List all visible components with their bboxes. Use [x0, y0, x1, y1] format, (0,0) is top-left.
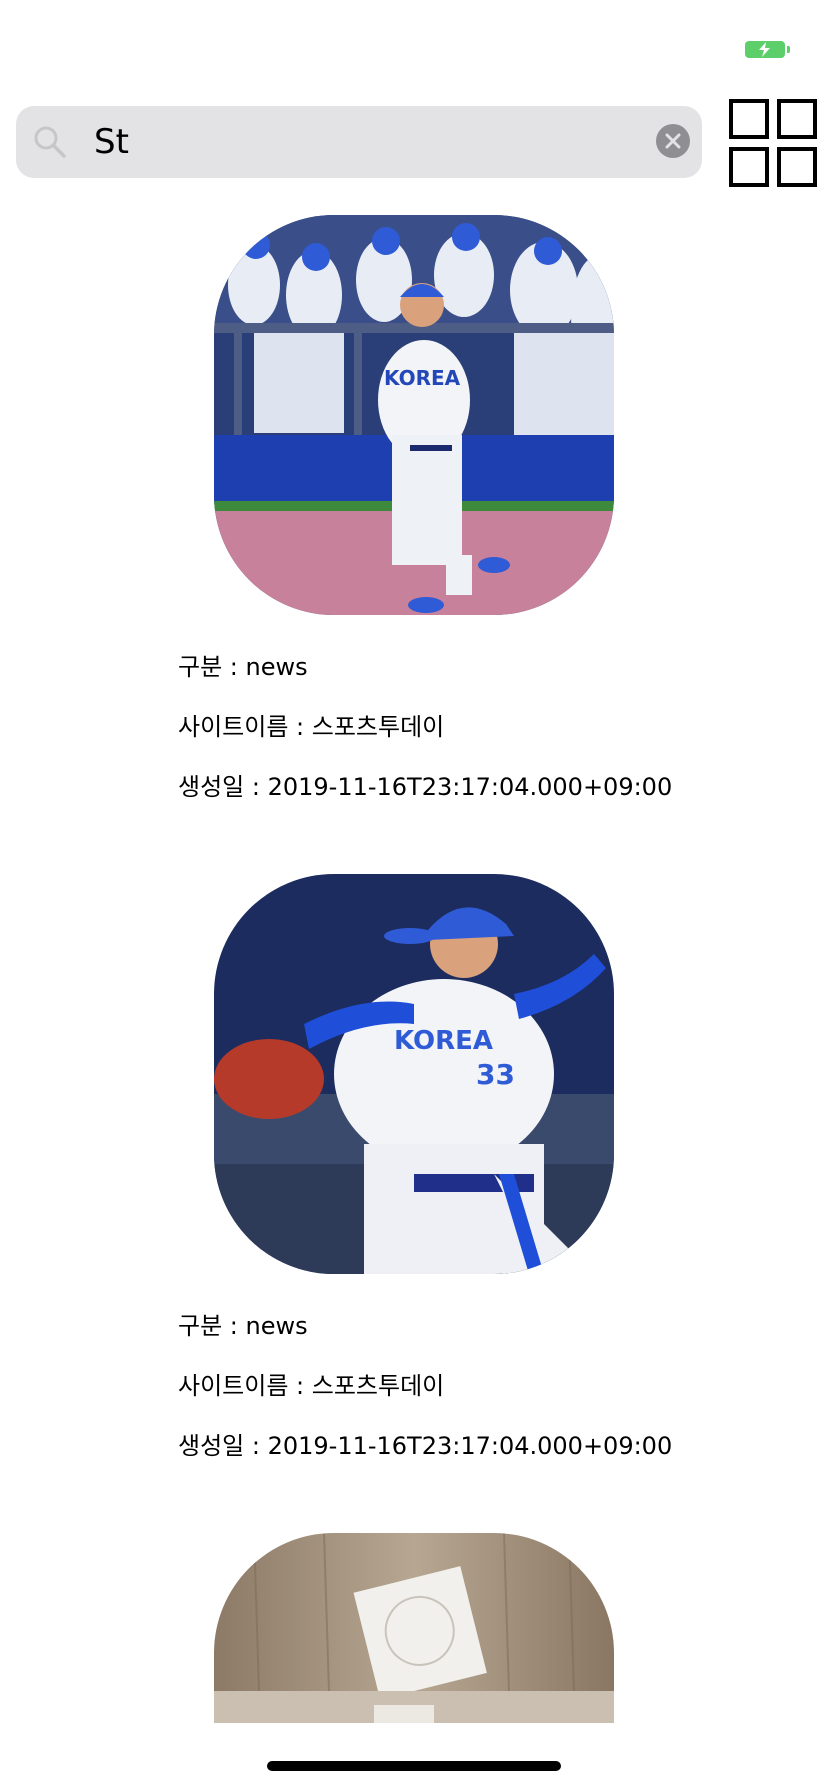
svg-text:33: 33 — [476, 1058, 515, 1091]
feed-item-category: 구분 : news — [178, 1312, 308, 1340]
screen: KOREA 구분 : news 사이트이름 : 스포츠투데이 생성일 : 201… — [0, 0, 828, 1792]
feed-item-image[interactable] — [214, 1533, 614, 1723]
svg-text:KOREA: KOREA — [394, 1026, 493, 1056]
feed-item-date: 생성일 : 2019-11-16T23:17:04.000+09:00 — [178, 773, 673, 801]
feed-item[interactable]: KOREA 구분 : news 사이트이름 : 스포츠투데이 생성일 : 201… — [0, 215, 828, 874]
feed-item[interactable]: KOREA 33 구분 : news 사이트이름 : 스포츠투데이 생성일 : … — [0, 874, 828, 1533]
feed-item-category: 구분 : news — [178, 653, 308, 681]
battery-charging-icon — [745, 41, 790, 58]
home-indicator[interactable] — [267, 1761, 561, 1771]
search-icon — [34, 126, 66, 158]
feed-item-site: 사이트이름 : 스포츠투데이 — [178, 1372, 445, 1400]
svg-text:KOREA: KOREA — [384, 366, 461, 390]
close-icon — [665, 133, 681, 149]
search-input[interactable] — [78, 106, 638, 178]
search-bar — [16, 106, 702, 178]
feed-item-image[interactable]: KOREA — [214, 215, 614, 615]
feed-list: KOREA 구분 : news 사이트이름 : 스포츠투데이 생성일 : 201… — [0, 215, 828, 1723]
feed-item-image[interactable]: KOREA 33 — [214, 874, 614, 1274]
clear-search-button[interactable] — [656, 124, 690, 158]
feed-item-date: 생성일 : 2019-11-16T23:17:04.000+09:00 — [178, 1432, 673, 1460]
feed-item[interactable] — [0, 1533, 828, 1723]
status-bar — [0, 0, 828, 90]
grid-view-button[interactable] — [729, 99, 819, 189]
feed-item-site: 사이트이름 : 스포츠투데이 — [178, 713, 445, 741]
